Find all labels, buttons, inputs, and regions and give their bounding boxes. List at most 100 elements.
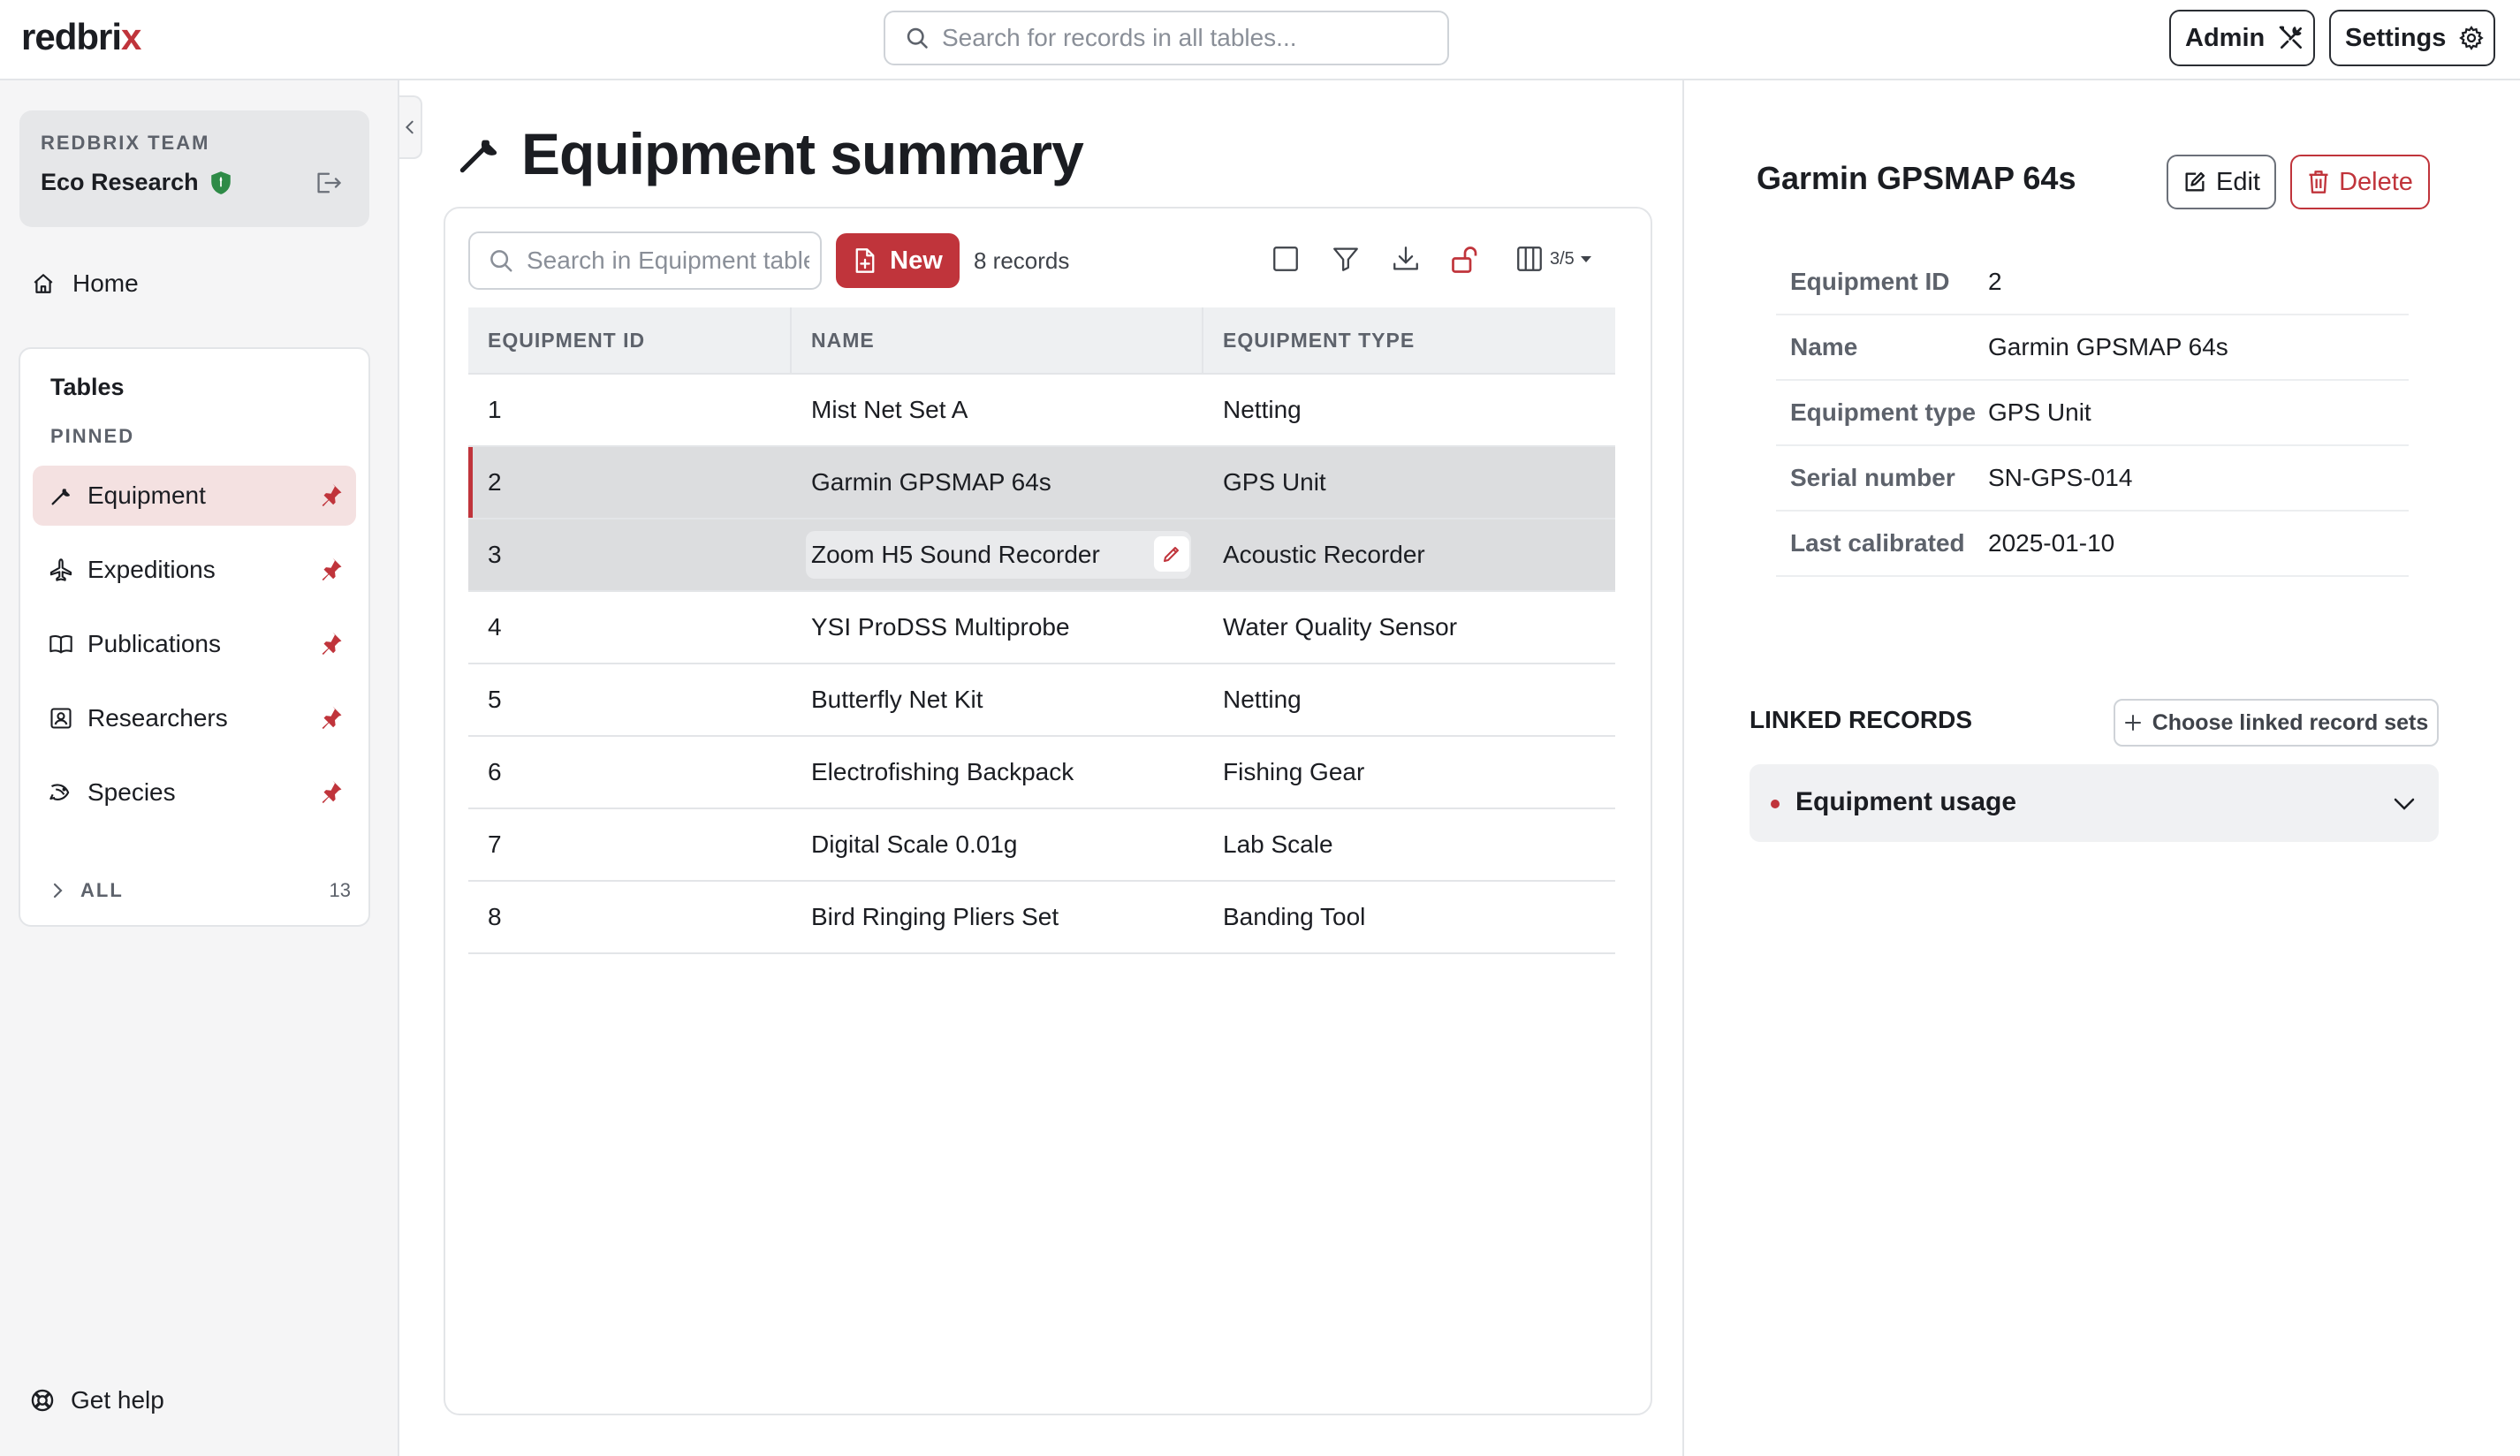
pin-icon[interactable] — [317, 630, 344, 656]
chevron-right-icon — [50, 882, 65, 899]
field-value: SN-GPS-014 — [1988, 464, 2133, 491]
team-label: REDBRIX TEAM — [41, 132, 210, 154]
cell-name: Digital Scale 0.01g — [811, 830, 1018, 858]
all-label: ALL — [80, 879, 124, 901]
logout-icon[interactable] — [315, 171, 343, 195]
table-row[interactable]: 5 Butterfly Net Kit Netting — [468, 664, 1615, 737]
column-header-equipment-type[interactable]: EQUIPMENT TYPE — [1203, 307, 1615, 373]
global-search-input[interactable] — [942, 24, 1437, 52]
table-row-hovered[interactable]: 3 Zoom H5 Sound Recorder Acoustic Record… — [468, 519, 1615, 592]
table-row[interactable]: 8 Bird Ringing Pliers Set Banding Tool — [468, 882, 1615, 954]
cell-equipment-id: 2 — [488, 468, 502, 496]
fish-icon — [49, 780, 73, 805]
new-label: New — [890, 246, 943, 275]
column-header-name[interactable]: NAME — [792, 307, 1203, 373]
column-header-equipment-id[interactable]: EQUIPMENT ID — [468, 307, 792, 373]
field-key: Equipment type — [1790, 398, 1977, 426]
table-row-selected[interactable]: 2 Garmin GPSMAP 64s GPS Unit — [468, 447, 1615, 519]
sidebar-item-home[interactable]: Home — [32, 269, 139, 298]
sidebar-item-label: Researchers — [87, 704, 228, 732]
select-all-checkbox[interactable] — [1271, 244, 1301, 274]
field-key: Name — [1790, 333, 1858, 360]
field-value: 2 — [1988, 268, 2002, 295]
sidebar-item-researchers[interactable]: Researchers — [33, 688, 356, 748]
choose-linked-record-sets-button[interactable]: Choose linked record sets — [2114, 699, 2439, 747]
sidebar-item-expeditions[interactable]: Expeditions — [33, 540, 356, 600]
field-value: Garmin GPSMAP 64s — [1988, 333, 2228, 360]
columns-toggle[interactable]: 3/5 — [1514, 244, 1592, 274]
search-icon — [488, 247, 514, 274]
pencil-icon[interactable] — [1154, 536, 1189, 572]
table-panel: New 8 records 3/5 EQUIPMENT ID NAME EQUI… — [444, 207, 1652, 1415]
field-row-serial-number: Serial number SN-GPS-014 — [1776, 446, 2409, 512]
field-key: Equipment ID — [1790, 268, 1950, 295]
tables-title: Tables — [50, 374, 125, 400]
field-row-name: Name Garmin GPSMAP 64s — [1776, 315, 2409, 381]
cell-equipment-type: Netting — [1223, 686, 1302, 713]
search-icon — [905, 26, 930, 50]
pin-icon[interactable] — [317, 482, 344, 508]
cell-equipment-id: 8 — [488, 903, 502, 930]
chevron-down-icon[interactable] — [2391, 791, 2418, 817]
table-row[interactable]: 7 Digital Scale 0.01g Lab Scale — [468, 809, 1615, 882]
cell-name: Bird Ringing Pliers Set — [811, 903, 1059, 930]
pin-icon[interactable] — [317, 778, 344, 805]
edit-button[interactable]: Edit — [2167, 155, 2276, 209]
sidebar-item-equipment[interactable]: Equipment — [33, 466, 356, 526]
book-icon — [49, 632, 73, 656]
gear-icon — [2458, 25, 2485, 51]
new-record-button[interactable]: New — [836, 233, 960, 288]
usage-label: Equipment usage — [1795, 787, 2017, 816]
cell-name: Zoom H5 Sound Recorder — [811, 541, 1100, 568]
cell-equipment-type: Banding Tool — [1223, 903, 1366, 930]
download-icon[interactable] — [1391, 244, 1421, 274]
sidebar-item-label: Species — [87, 778, 176, 806]
tools-icon — [2277, 24, 2305, 52]
field-row-equipment-type: Equipment type GPS Unit — [1776, 381, 2409, 446]
edit-icon — [2182, 170, 2207, 194]
field-row-equipment-id: Equipment ID 2 — [1776, 250, 2409, 315]
cell-equipment-id: 7 — [488, 830, 502, 858]
cell-equipment-id: 5 — [488, 686, 502, 713]
logo-text: redbri — [21, 16, 122, 57]
table-search-box[interactable] — [468, 231, 822, 290]
pin-icon[interactable] — [317, 556, 344, 582]
table-row[interactable]: 1 Mist Net Set A Netting — [468, 375, 1615, 447]
chevron-left-icon — [405, 119, 415, 135]
plus-icon — [2124, 714, 2142, 732]
cell-equipment-id: 3 — [488, 541, 502, 568]
record-detail-panel: Garmin GPSMAP 64s Edit Delete Equipment … — [1682, 80, 2520, 1456]
app-logo[interactable]: redbrix — [21, 16, 141, 58]
logo-accent: x — [121, 16, 141, 57]
pin-icon[interactable] — [317, 704, 344, 731]
all-tables-toggle[interactable]: ALL 13 — [50, 879, 351, 902]
sidebar-item-species[interactable]: Species — [33, 762, 356, 823]
cell-equipment-type: Fishing Gear — [1223, 758, 1365, 785]
field-key: Serial number — [1790, 464, 1955, 491]
cell-name: Electrofishing Backpack — [811, 758, 1074, 785]
admin-button[interactable]: Admin — [2169, 10, 2315, 66]
collapse-sidebar-button[interactable] — [399, 95, 422, 159]
team-name-text: Eco Research — [41, 169, 199, 195]
cell-equipment-type: GPS Unit — [1223, 468, 1326, 496]
records-table: EQUIPMENT ID NAME EQUIPMENT TYPE 1 Mist … — [468, 307, 1615, 954]
edit-label: Edit — [2216, 167, 2260, 196]
lifebuoy-icon — [30, 1388, 55, 1413]
equipment-usage-section[interactable]: Equipment usage — [1750, 764, 2439, 842]
tables-card: Tables PINNED Equipment Expeditions Publ… — [19, 347, 370, 927]
admin-label: Admin — [2185, 23, 2266, 52]
unlock-icon[interactable] — [1449, 244, 1481, 276]
table-row[interactable]: 6 Electrofishing Backpack Fishing Gear — [468, 737, 1615, 809]
settings-label: Settings — [2345, 23, 2447, 52]
filter-icon[interactable] — [1331, 244, 1361, 274]
table-row[interactable]: 4 YSI ProDSS Multiprobe Water Quality Se… — [468, 592, 1615, 664]
delete-button[interactable]: Delete — [2290, 155, 2430, 209]
choose-label: Choose linked record sets — [2152, 709, 2429, 735]
delete-label: Delete — [2339, 167, 2413, 196]
linked-records-label: LINKED RECORDS — [1750, 706, 1973, 733]
get-help-link[interactable]: Get help — [30, 1386, 164, 1414]
settings-button[interactable]: Settings — [2329, 10, 2495, 66]
sidebar-item-publications[interactable]: Publications — [33, 614, 356, 674]
table-search-input[interactable] — [527, 246, 809, 275]
global-search-box[interactable] — [884, 11, 1449, 65]
